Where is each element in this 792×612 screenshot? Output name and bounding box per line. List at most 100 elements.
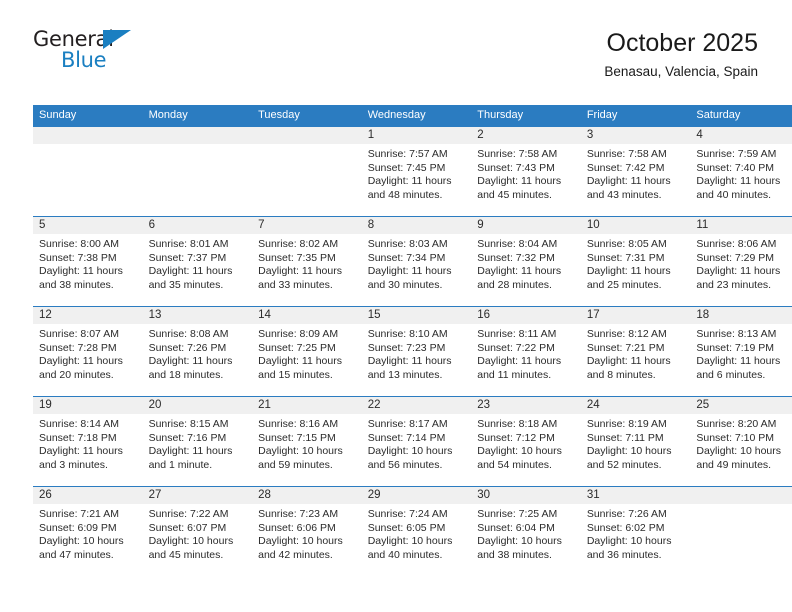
triangle-icon [103,30,131,49]
weekday-header-monday: Monday [142,105,253,127]
calendar-day-cell[interactable]: 14 Sunrise: 8:09 AM Sunset: 7:25 PM Dayligh… [252,306,362,397]
calendar-day-cell[interactable]: 22 Sunrise: 8:17 AM Sunset: 7:14 PM Dayligh… [361,396,472,487]
calendar-day-cell[interactable]: 20 Sunrise: 8:15 AM Sunset: 7:16 PM Dayligh… [142,396,253,487]
sunrise-sunset-calendar: Sunday Monday Tuesday Wednesday Thursday… [33,105,792,576]
calendar-day-cell[interactable]: 27 Sunrise: 7:22 AM Sunset: 6:07 PM Dayligh… [142,486,253,576]
daylight-text-line1: Daylight: 11 hours [148,445,233,458]
calendar-day-cell[interactable]: 11 Sunrise: 8:06 AM Sunset: 7:29 PM Dayligh… [690,216,792,307]
day-number-band [33,127,143,144]
day-number: 23 [471,397,581,414]
day-number: 4 [690,127,792,144]
sunrise-text: Sunrise: 7:26 AM [586,508,667,520]
calendar-day-cell[interactable]: 17 Sunrise: 8:12 AM Sunset: 7:21 PM Dayligh… [580,306,691,397]
daylight-text-line1: Daylight: 11 hours [477,175,562,188]
sunset-text: Sunset: 7:23 PM [367,341,446,354]
sunrise-text: Sunrise: 8:00 AM [39,238,119,250]
daylight-text-line1: Daylight: 11 hours [39,445,123,458]
daylight-text-line2: and 45 minutes. [148,548,224,561]
day-details: Sunrise: 8:14 AM Sunset: 7:18 PM Daylight:… [33,414,143,472]
sunset-text: Sunset: 7:15 PM [258,431,336,444]
daylight-text-line2: and 20 minutes. [39,368,114,381]
daylight-text-line2: and 33 minutes. [258,278,333,291]
day-details: Sunrise: 8:18 AM Sunset: 7:12 PM Daylight:… [471,414,581,472]
daylight-text-line1: Daylight: 11 hours [586,265,671,278]
calendar-day-cell[interactable]: 7 Sunrise: 8:02 AM Sunset: 7:35 PM Daylight… [252,216,362,307]
day-details: Sunrise: 7:59 AM Sunset: 7:40 PM Daylight:… [690,144,792,202]
daylight-text-line2: and 1 minute. [148,458,213,471]
daylight-text-line1: Daylight: 11 hours [696,265,781,278]
calendar-day-cell[interactable]: 21 Sunrise: 8:16 AM Sunset: 7:15 PM Dayligh… [252,396,362,487]
calendar-day-cell[interactable]: 18 Sunrise: 8:13 AM Sunset: 7:19 PM Dayligh… [690,306,792,397]
sunrise-text: Sunrise: 7:57 AM [367,148,448,160]
calendar-day-cell[interactable]: 30 Sunrise: 7:25 AM Sunset: 6:04 PM Dayligh… [471,486,581,576]
calendar-day-cell[interactable]: 28 Sunrise: 7:23 AM Sunset: 6:06 PM Dayligh… [252,486,362,576]
calendar-day-cell[interactable]: 6 Sunrise: 8:01 AM Sunset: 7:37 PM Daylight… [142,216,253,307]
sunrise-text: Sunrise: 8:03 AM [367,238,448,250]
day-details: Sunrise: 8:11 AM Sunset: 7:22 PM Daylight:… [471,324,581,382]
sunrise-text: Sunrise: 8:13 AM [696,328,777,340]
daylight-text-line1: Daylight: 10 hours [258,535,343,548]
day-number: 21 [252,397,362,414]
calendar-day-cell[interactable]: 13 Sunrise: 8:08 AM Sunset: 7:26 PM Dayligh… [142,306,253,397]
sunrise-text: Sunrise: 7:58 AM [586,148,667,160]
calendar-day-cell[interactable]: 5 Sunrise: 8:00 AM Sunset: 7:38 PM Daylight… [33,216,143,307]
day-details: Sunrise: 7:23 AM Sunset: 6:06 PM Daylight:… [252,504,362,562]
calendar-day-cell[interactable]: 29 Sunrise: 7:24 AM Sunset: 6:05 PM Dayligh… [361,486,472,576]
calendar-day-cell[interactable]: 12 Sunrise: 8:07 AM Sunset: 7:28 PM Dayligh… [33,306,143,397]
calendar-day-cell[interactable]: 26 Sunrise: 7:21 AM Sunset: 6:09 PM Dayligh… [33,486,143,576]
day-number: 26 [33,487,143,504]
day-details: Sunrise: 7:58 AM Sunset: 7:42 PM Daylight:… [581,144,691,202]
day-number: 3 [580,127,691,144]
daylight-text-line1: Daylight: 11 hours [148,265,233,278]
daylight-text-line1: Daylight: 10 hours [258,445,343,458]
daylight-text-line2: and 52 minutes. [586,458,662,471]
calendar-day-cell[interactable]: 19 Sunrise: 8:14 AM Sunset: 7:18 PM Dayligh… [33,396,143,487]
day-details: Sunrise: 8:09 AM Sunset: 7:25 PM Daylight:… [252,324,362,382]
daylight-text-line2: and 6 minutes. [696,368,766,381]
day-number-band [690,487,792,504]
day-number: 16 [471,307,581,324]
sunset-text: Sunset: 6:02 PM [586,521,665,534]
sunrise-text: Sunrise: 8:20 AM [696,418,777,430]
day-number: 30 [471,487,581,504]
sunrise-text: Sunrise: 8:17 AM [367,418,448,430]
sunset-text: Sunset: 6:09 PM [39,521,117,534]
sunset-text: Sunset: 6:04 PM [477,521,555,534]
sunrise-text: Sunrise: 7:21 AM [39,508,119,520]
calendar-day-cell[interactable]: 2 Sunrise: 7:58 AM Sunset: 7:43 PM Daylight… [471,127,581,217]
calendar-day-cell[interactable]: 23 Sunrise: 8:18 AM Sunset: 7:12 PM Dayligh… [471,396,581,487]
weekday-header-wednesday: Wednesday [361,105,472,127]
day-details: Sunrise: 8:12 AM Sunset: 7:21 PM Daylight:… [581,324,691,382]
day-number: 17 [580,307,691,324]
sunset-text: Sunset: 7:16 PM [148,431,227,444]
sunset-text: Sunset: 7:38 PM [39,251,117,264]
daylight-text-line2: and 13 minutes. [367,368,443,381]
day-details: Sunrise: 8:13 AM Sunset: 7:19 PM Daylight:… [690,324,792,382]
calendar-day-cell[interactable]: 4 Sunrise: 7:59 AM Sunset: 7:40 PM Daylight… [690,127,792,217]
sunrise-text: Sunrise: 8:16 AM [258,418,339,430]
calendar-day-cell[interactable]: 16 Sunrise: 8:11 AM Sunset: 7:22 PM Dayligh… [471,306,581,397]
calendar-day-cell[interactable]: 3 Sunrise: 7:58 AM Sunset: 7:42 PM Daylight… [580,127,691,217]
daylight-text-line2: and 25 minutes. [586,278,662,291]
sunrise-text: Sunrise: 8:15 AM [148,418,229,430]
daylight-text-line2: and 18 minutes. [148,368,224,381]
day-number: 20 [142,397,253,414]
daylight-text-line2: and 54 minutes. [477,458,552,471]
daylight-text-line1: Daylight: 10 hours [477,445,562,458]
sunrise-text: Sunrise: 7:24 AM [367,508,448,520]
calendar-day-cell[interactable]: 1 Sunrise: 7:57 AM Sunset: 7:45 PM Daylight… [361,127,472,217]
calendar-day-cell[interactable]: 10 Sunrise: 8:05 AM Sunset: 7:31 PM Dayligh… [580,216,691,307]
calendar-day-cell[interactable]: 24 Sunrise: 8:19 AM Sunset: 7:11 PM Dayligh… [580,396,691,487]
daylight-text-line2: and 23 minutes. [696,278,772,291]
day-details: Sunrise: 8:16 AM Sunset: 7:15 PM Daylight:… [252,414,362,472]
calendar-day-cell[interactable]: 9 Sunrise: 8:04 AM Sunset: 7:32 PM Daylight… [471,216,581,307]
daylight-text-line1: Daylight: 11 hours [258,355,342,368]
calendar-day-cell[interactable]: 15 Sunrise: 8:10 AM Sunset: 7:23 PM Dayligh… [361,306,472,397]
calendar-day-cell[interactable]: 25 Sunrise: 8:20 AM Sunset: 7:10 PM Dayligh… [690,396,792,487]
sunset-text: Sunset: 7:10 PM [696,431,775,444]
calendar-day-cell[interactable]: 8 Sunrise: 8:03 AM Sunset: 7:34 PM Daylight… [361,216,472,307]
sunrise-text: Sunrise: 7:22 AM [148,508,229,520]
day-number: 5 [33,217,143,234]
calendar-day-cell[interactable]: 31 Sunrise: 7:26 AM Sunset: 6:02 PM Dayligh… [580,486,691,576]
daylight-text-line2: and 40 minutes. [696,188,772,201]
